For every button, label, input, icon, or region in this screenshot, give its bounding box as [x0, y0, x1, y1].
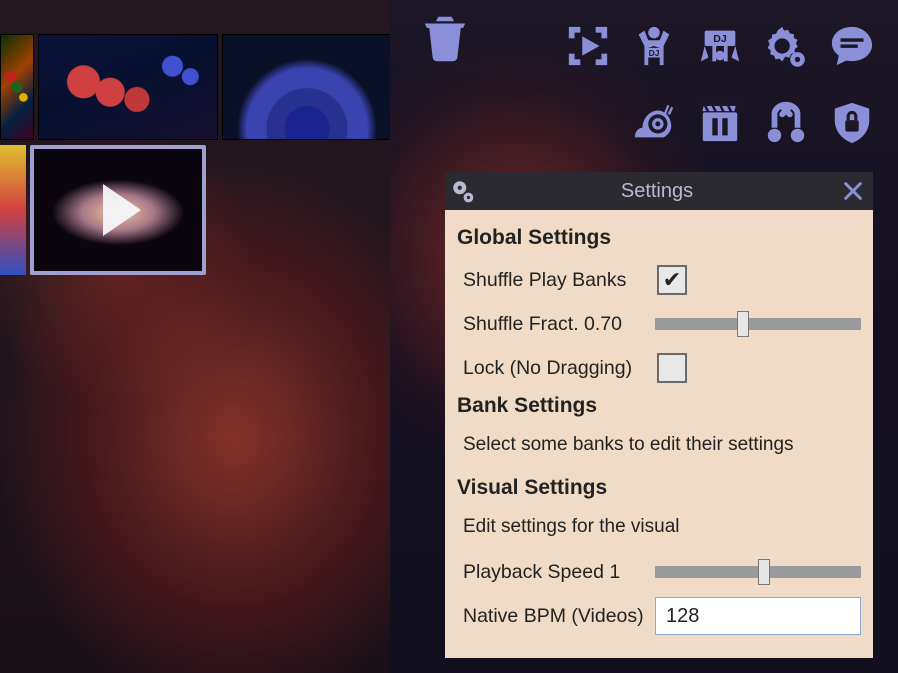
settings-panel: Settings Global Settings Shuffle Play Ba…	[445, 172, 873, 658]
fullscreen-play-icon	[565, 23, 611, 69]
slider-knob[interactable]	[758, 559, 770, 585]
shuffle-swap-icon	[763, 99, 809, 145]
chat-button[interactable]	[820, 10, 884, 82]
shuffle-play-checkbox[interactable]: ✔	[657, 265, 687, 295]
visual-bank-panel	[0, 0, 390, 673]
shuffle-fract-slider[interactable]	[655, 318, 861, 330]
shuffle-button[interactable]	[754, 86, 818, 158]
pause-clapper-icon	[697, 99, 743, 145]
native-bpm-input[interactable]	[655, 597, 861, 635]
check-icon: ✔	[663, 269, 681, 291]
thumbnail[interactable]	[222, 34, 392, 140]
playback-speed-label: Playback Speed 1	[457, 561, 655, 584]
snail-icon	[631, 99, 677, 145]
visual-settings-hint: Edit settings for the visual	[457, 510, 861, 552]
bank-settings-hint: Select some banks to edit their settings	[457, 428, 861, 470]
chat-bubble-icon	[829, 23, 875, 69]
dj-person-button[interactable]: DJ	[622, 10, 686, 82]
shuffle-fract-label: Shuffle Fract. 0.70	[457, 313, 655, 336]
lock-shield-icon	[829, 99, 875, 145]
thumbnail[interactable]	[38, 34, 218, 140]
close-icon	[842, 180, 864, 202]
playback-speed-slider[interactable]	[655, 566, 861, 578]
dj-person-icon: DJ	[631, 23, 677, 69]
settings-gears-button[interactable]	[754, 10, 818, 82]
global-settings-heading: Global Settings	[457, 226, 861, 250]
lock-dragging-label: Lock (No Dragging)	[457, 357, 657, 380]
lock-dragging-checkbox[interactable]	[657, 353, 687, 383]
fullscreen-play-button[interactable]	[556, 10, 620, 82]
dj-banner-icon: DJ	[697, 23, 743, 69]
thumbnail[interactable]	[0, 34, 34, 140]
trash-icon	[418, 10, 472, 64]
settings-title: Settings	[481, 180, 833, 203]
svg-text:DJ: DJ	[649, 48, 660, 58]
native-bpm-label: Native BPM (Videos)	[457, 605, 655, 628]
svg-text:DJ: DJ	[713, 33, 727, 45]
close-button[interactable]	[833, 180, 873, 202]
settings-header: Settings	[445, 172, 873, 210]
pause-button[interactable]	[688, 86, 752, 158]
thumbnail-row-1	[0, 34, 392, 140]
lock-button[interactable]	[820, 86, 884, 158]
gears-icon	[450, 178, 476, 204]
settings-gears-icon	[763, 23, 809, 69]
selected-visual-tile[interactable]	[30, 145, 206, 275]
bank-settings-heading: Bank Settings	[457, 394, 861, 418]
slider-knob[interactable]	[737, 311, 749, 337]
thumbnail-row-2	[0, 145, 206, 275]
trash-button[interactable]	[418, 10, 472, 64]
play-icon	[103, 184, 141, 236]
visual-settings-heading: Visual Settings	[457, 476, 861, 500]
slow-speed-button[interactable]	[622, 86, 686, 158]
thumbnail[interactable]	[0, 145, 26, 275]
dj-banner-button[interactable]: DJ	[688, 10, 752, 82]
shuffle-play-label: Shuffle Play Banks	[457, 269, 657, 292]
settings-header-icon	[445, 178, 481, 204]
